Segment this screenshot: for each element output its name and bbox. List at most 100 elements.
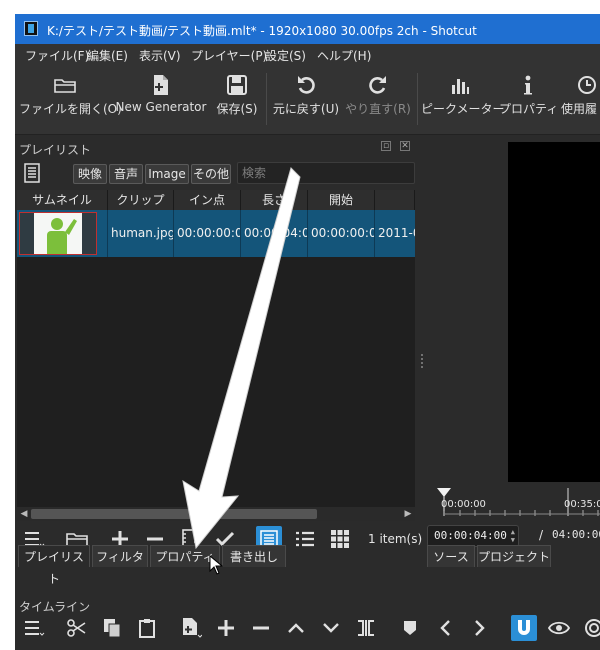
- shotcut-window: K:/テスト/テスト動画/テスト動画.mlt* - 1920x1080 30.0…: [15, 14, 600, 650]
- timeline-menu-button[interactable]: [21, 615, 47, 641]
- redo-button[interactable]: やり直す(R): [343, 65, 413, 134]
- ripple-icon: [585, 619, 600, 637]
- open-file-label: ファイルを開く(O): [19, 102, 122, 116]
- copy-icon: [104, 619, 121, 638]
- hamburger-icon: [25, 621, 45, 636]
- save-label: 保存(S): [216, 102, 258, 116]
- table-row[interactable]: human.jpg 00:00:00:00 00:00:04:00 00:00:…: [17, 210, 415, 257]
- search-input[interactable]: 検索: [237, 162, 415, 184]
- menu-player[interactable]: プレイヤー(P): [191, 47, 267, 64]
- save-button[interactable]: 保存(S): [211, 65, 263, 134]
- peak-meter-button[interactable]: ピークメーター: [421, 65, 505, 134]
- shotcut-app-icon: [24, 21, 38, 36]
- playlist-horizontal-scrollbar[interactable]: ◀ ▶: [17, 507, 415, 521]
- mouse-cursor-icon: [209, 555, 223, 575]
- in-point-cell: 00:00:00:00: [174, 210, 241, 257]
- add-marker-button[interactable]: [397, 615, 423, 641]
- menu-file[interactable]: ファイル(F): [25, 47, 89, 64]
- float-panel-button[interactable]: ▫: [381, 141, 391, 151]
- cut-button[interactable]: [64, 615, 90, 641]
- new-generator-label: New Generator: [115, 100, 207, 114]
- scrub-while-dragging-button[interactable]: [546, 615, 572, 641]
- undo-icon: [271, 73, 341, 97]
- chevron-down-icon: [323, 623, 339, 633]
- new-generator-button[interactable]: New Generator: [115, 65, 207, 134]
- open-file-button[interactable]: ファイルを開く(O): [19, 65, 122, 134]
- minus-icon: [253, 626, 269, 630]
- ripple-button[interactable]: [581, 615, 600, 641]
- scroll-left-icon[interactable]: ◀: [18, 508, 30, 520]
- append-icon: [183, 618, 202, 638]
- playlist-icon: [24, 163, 40, 183]
- filter-audio-button[interactable]: 音声: [109, 164, 143, 184]
- tab-project[interactable]: プロジェクト: [477, 545, 551, 567]
- timeline-panel-title: タイムライン: [19, 600, 91, 614]
- list-icon: [296, 531, 314, 547]
- column-header-clip[interactable]: クリップ: [108, 190, 174, 210]
- playlist-table: サムネイル クリップ イン点 長さ 開始 human.jpg 00:00:00:…: [17, 190, 415, 507]
- append-button[interactable]: [178, 615, 204, 641]
- grid-view-button[interactable]: [327, 526, 353, 552]
- lift-button[interactable]: [283, 615, 309, 641]
- menu-view[interactable]: 表示(V): [139, 47, 181, 64]
- redo-label: やり直す(R): [345, 102, 411, 116]
- scroll-right-icon[interactable]: ▶: [402, 508, 414, 520]
- ruler-start-label: 00:00:00: [441, 499, 486, 510]
- tab-playlist[interactable]: プレイリスト: [18, 545, 90, 586]
- info-icon: [499, 73, 557, 97]
- paste-button[interactable]: [134, 615, 160, 641]
- properties-label: プロパティ: [499, 102, 559, 116]
- timeline-remove-button[interactable]: [248, 615, 274, 641]
- menu-edit[interactable]: 編集(E): [87, 47, 128, 64]
- next-marker-button[interactable]: [467, 615, 493, 641]
- magnet-icon: [518, 620, 530, 635]
- menu-bar: ファイル(F) 編集(E) 表示(V) プレイヤー(P) 設定(S) ヘルプ(H…: [15, 44, 600, 65]
- tab-export[interactable]: 書き出し: [222, 545, 286, 567]
- date-cell: 2011-0: [378, 226, 415, 240]
- properties-button[interactable]: プロパティ: [499, 65, 559, 134]
- scrollbar-thumb[interactable]: [31, 509, 317, 519]
- split-button[interactable]: [353, 615, 379, 641]
- video-player[interactable]: [508, 142, 600, 482]
- close-panel-button[interactable]: ✕: [400, 141, 410, 151]
- filter-other-button[interactable]: その他: [191, 164, 231, 184]
- timeline-ruler[interactable]: 00:00:00 00:35:00: [426, 486, 600, 518]
- peak-meter-icon: [421, 73, 499, 97]
- chevron-left-icon: [440, 620, 450, 636]
- grid-icon: [331, 530, 349, 548]
- timecode-separator: /: [539, 528, 544, 542]
- toolbar-separator: [266, 73, 267, 125]
- scissors-icon: [67, 619, 86, 637]
- overwrite-button[interactable]: [318, 615, 344, 641]
- column-header-date[interactable]: [375, 190, 415, 210]
- new-document-icon: [115, 73, 207, 97]
- undo-button[interactable]: 元に戻す(U): [271, 65, 341, 134]
- position-timecode-input[interactable]: 00:00:04:00 ▲ ▼: [427, 525, 519, 547]
- timeline-add-button[interactable]: [213, 615, 239, 641]
- tab-filters[interactable]: フィルタ: [92, 545, 148, 567]
- copy-button[interactable]: [99, 615, 125, 641]
- spin-arrows-icon[interactable]: ▲ ▼: [511, 528, 515, 544]
- menu-settings[interactable]: 設定(S): [265, 47, 306, 64]
- previous-marker-button[interactable]: [432, 615, 458, 641]
- column-header-duration[interactable]: 長さ: [241, 190, 308, 210]
- tab-source[interactable]: ソース: [427, 545, 475, 567]
- menu-help[interactable]: ヘルプ(H): [317, 47, 371, 64]
- history-label: 使用履: [561, 102, 598, 116]
- marker-icon: [404, 621, 416, 635]
- filter-image-button[interactable]: Image: [145, 164, 189, 184]
- chevron-right-icon: [475, 620, 485, 636]
- filter-video-button[interactable]: 映像: [73, 164, 107, 184]
- redo-icon: [343, 73, 413, 97]
- column-header-in[interactable]: イン点: [174, 190, 241, 210]
- playlist-menu-button[interactable]: [19, 161, 45, 185]
- clip-name-cell: human.jpg: [108, 210, 174, 257]
- list-view-button[interactable]: [292, 526, 318, 552]
- snap-toggle-button[interactable]: [511, 615, 537, 641]
- plus-icon: [218, 620, 234, 636]
- title-bar: K:/テスト/テスト動画/テスト動画.mlt* - 1920x1080 30.0…: [15, 14, 600, 44]
- panel-splitter[interactable]: [416, 190, 426, 520]
- column-header-start[interactable]: 開始: [308, 190, 375, 210]
- column-header-thumbnail[interactable]: サムネイル: [17, 190, 108, 210]
- history-button[interactable]: 使用履: [557, 65, 600, 134]
